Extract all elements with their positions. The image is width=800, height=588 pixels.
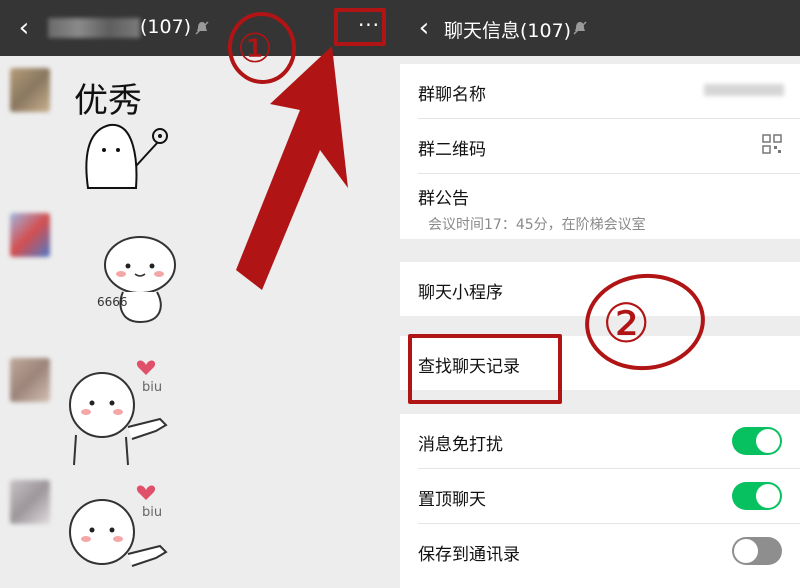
chat-settings-section: 消息免打扰 置顶聊天 保存到通讯录 — [400, 414, 800, 588]
mini-program-section: 聊天小程序 — [400, 262, 800, 316]
group-notice-label: 群公告 — [418, 189, 469, 209]
chat-message: biu — [0, 350, 400, 470]
toggle-knob — [756, 484, 780, 508]
chat-screen: ‹ (107) ··· 优秀 6666 biu biu — [0, 0, 400, 588]
sticker-excellent: 优秀 — [74, 81, 168, 189]
save-contacts-toggle[interactable] — [732, 537, 782, 565]
avatar[interactable] — [10, 480, 50, 524]
mute-row: 消息免打扰 — [400, 414, 800, 468]
qr-code-icon — [762, 134, 782, 154]
mute-bell-icon — [573, 21, 587, 35]
group-notice-text: 会议时间17：45分，在阶梯会议室 — [428, 217, 646, 233]
group-qr-row[interactable]: 群二维码 — [400, 119, 800, 173]
save-contacts-row: 保存到通讯录 — [400, 524, 800, 578]
pin-chat-label: 置顶聊天 — [418, 490, 486, 510]
blurred-group-name — [48, 18, 140, 38]
mute-label: 消息免打扰 — [418, 435, 503, 455]
avatar[interactable] — [10, 68, 50, 112]
pin-chat-toggle[interactable] — [732, 482, 782, 510]
avatar[interactable] — [10, 358, 50, 402]
member-count: (107) — [140, 16, 192, 38]
mini-program-label: 聊天小程序 — [418, 283, 503, 303]
mute-toggle[interactable] — [732, 427, 782, 455]
sticker-biu: biu — [69, 360, 168, 466]
group-qr-label: 群二维码 — [418, 140, 486, 160]
back-arrow-icon[interactable]: ‹ — [12, 12, 36, 44]
toggle-knob — [756, 429, 780, 453]
mute-bell-icon — [195, 21, 209, 35]
chat-message: 优秀 — [0, 60, 400, 200]
page-title: 聊天信息(107) — [444, 20, 572, 42]
chat-message: 6666 — [0, 205, 400, 345]
back-arrow-icon[interactable]: ‹ — [412, 12, 436, 44]
avatar[interactable] — [10, 213, 50, 257]
group-info-section: 群聊名称 群二维码 群公告 会议时间17：45分，在阶梯会议室 — [400, 64, 800, 239]
sticker-caption: biu — [142, 380, 162, 395]
group-notice-row[interactable]: 群公告 会议时间17：45分，在阶梯会议室 — [400, 174, 800, 239]
svg-text:6666: 6666 — [97, 295, 128, 309]
chat-info-top-bar: ‹ 聊天信息(107) — [400, 0, 800, 56]
chat-info-screen: ‹ 聊天信息(107) 群聊名称 群二维码 群公告 会议时间17：45分，在阶梯… — [400, 0, 800, 588]
more-button-highlight — [334, 8, 386, 46]
sticker-biu: biu — [69, 485, 168, 567]
sticker-cute-blob: 6666 — [97, 236, 176, 324]
mini-program-row[interactable]: 聊天小程序 — [400, 262, 800, 316]
group-name-row[interactable]: 群聊名称 — [400, 64, 800, 118]
search-history-highlight — [408, 334, 562, 404]
chat-message: biu — [0, 470, 400, 588]
save-contacts-label: 保存到通讯录 — [418, 545, 520, 565]
group-name-label: 群聊名称 — [418, 85, 486, 105]
toggle-knob — [734, 539, 758, 563]
sticker-caption: biu — [142, 505, 162, 520]
sticker-caption: 优秀 — [74, 81, 142, 121]
blurred-group-name-value — [704, 84, 784, 96]
pin-chat-row: 置顶聊天 — [400, 469, 800, 523]
